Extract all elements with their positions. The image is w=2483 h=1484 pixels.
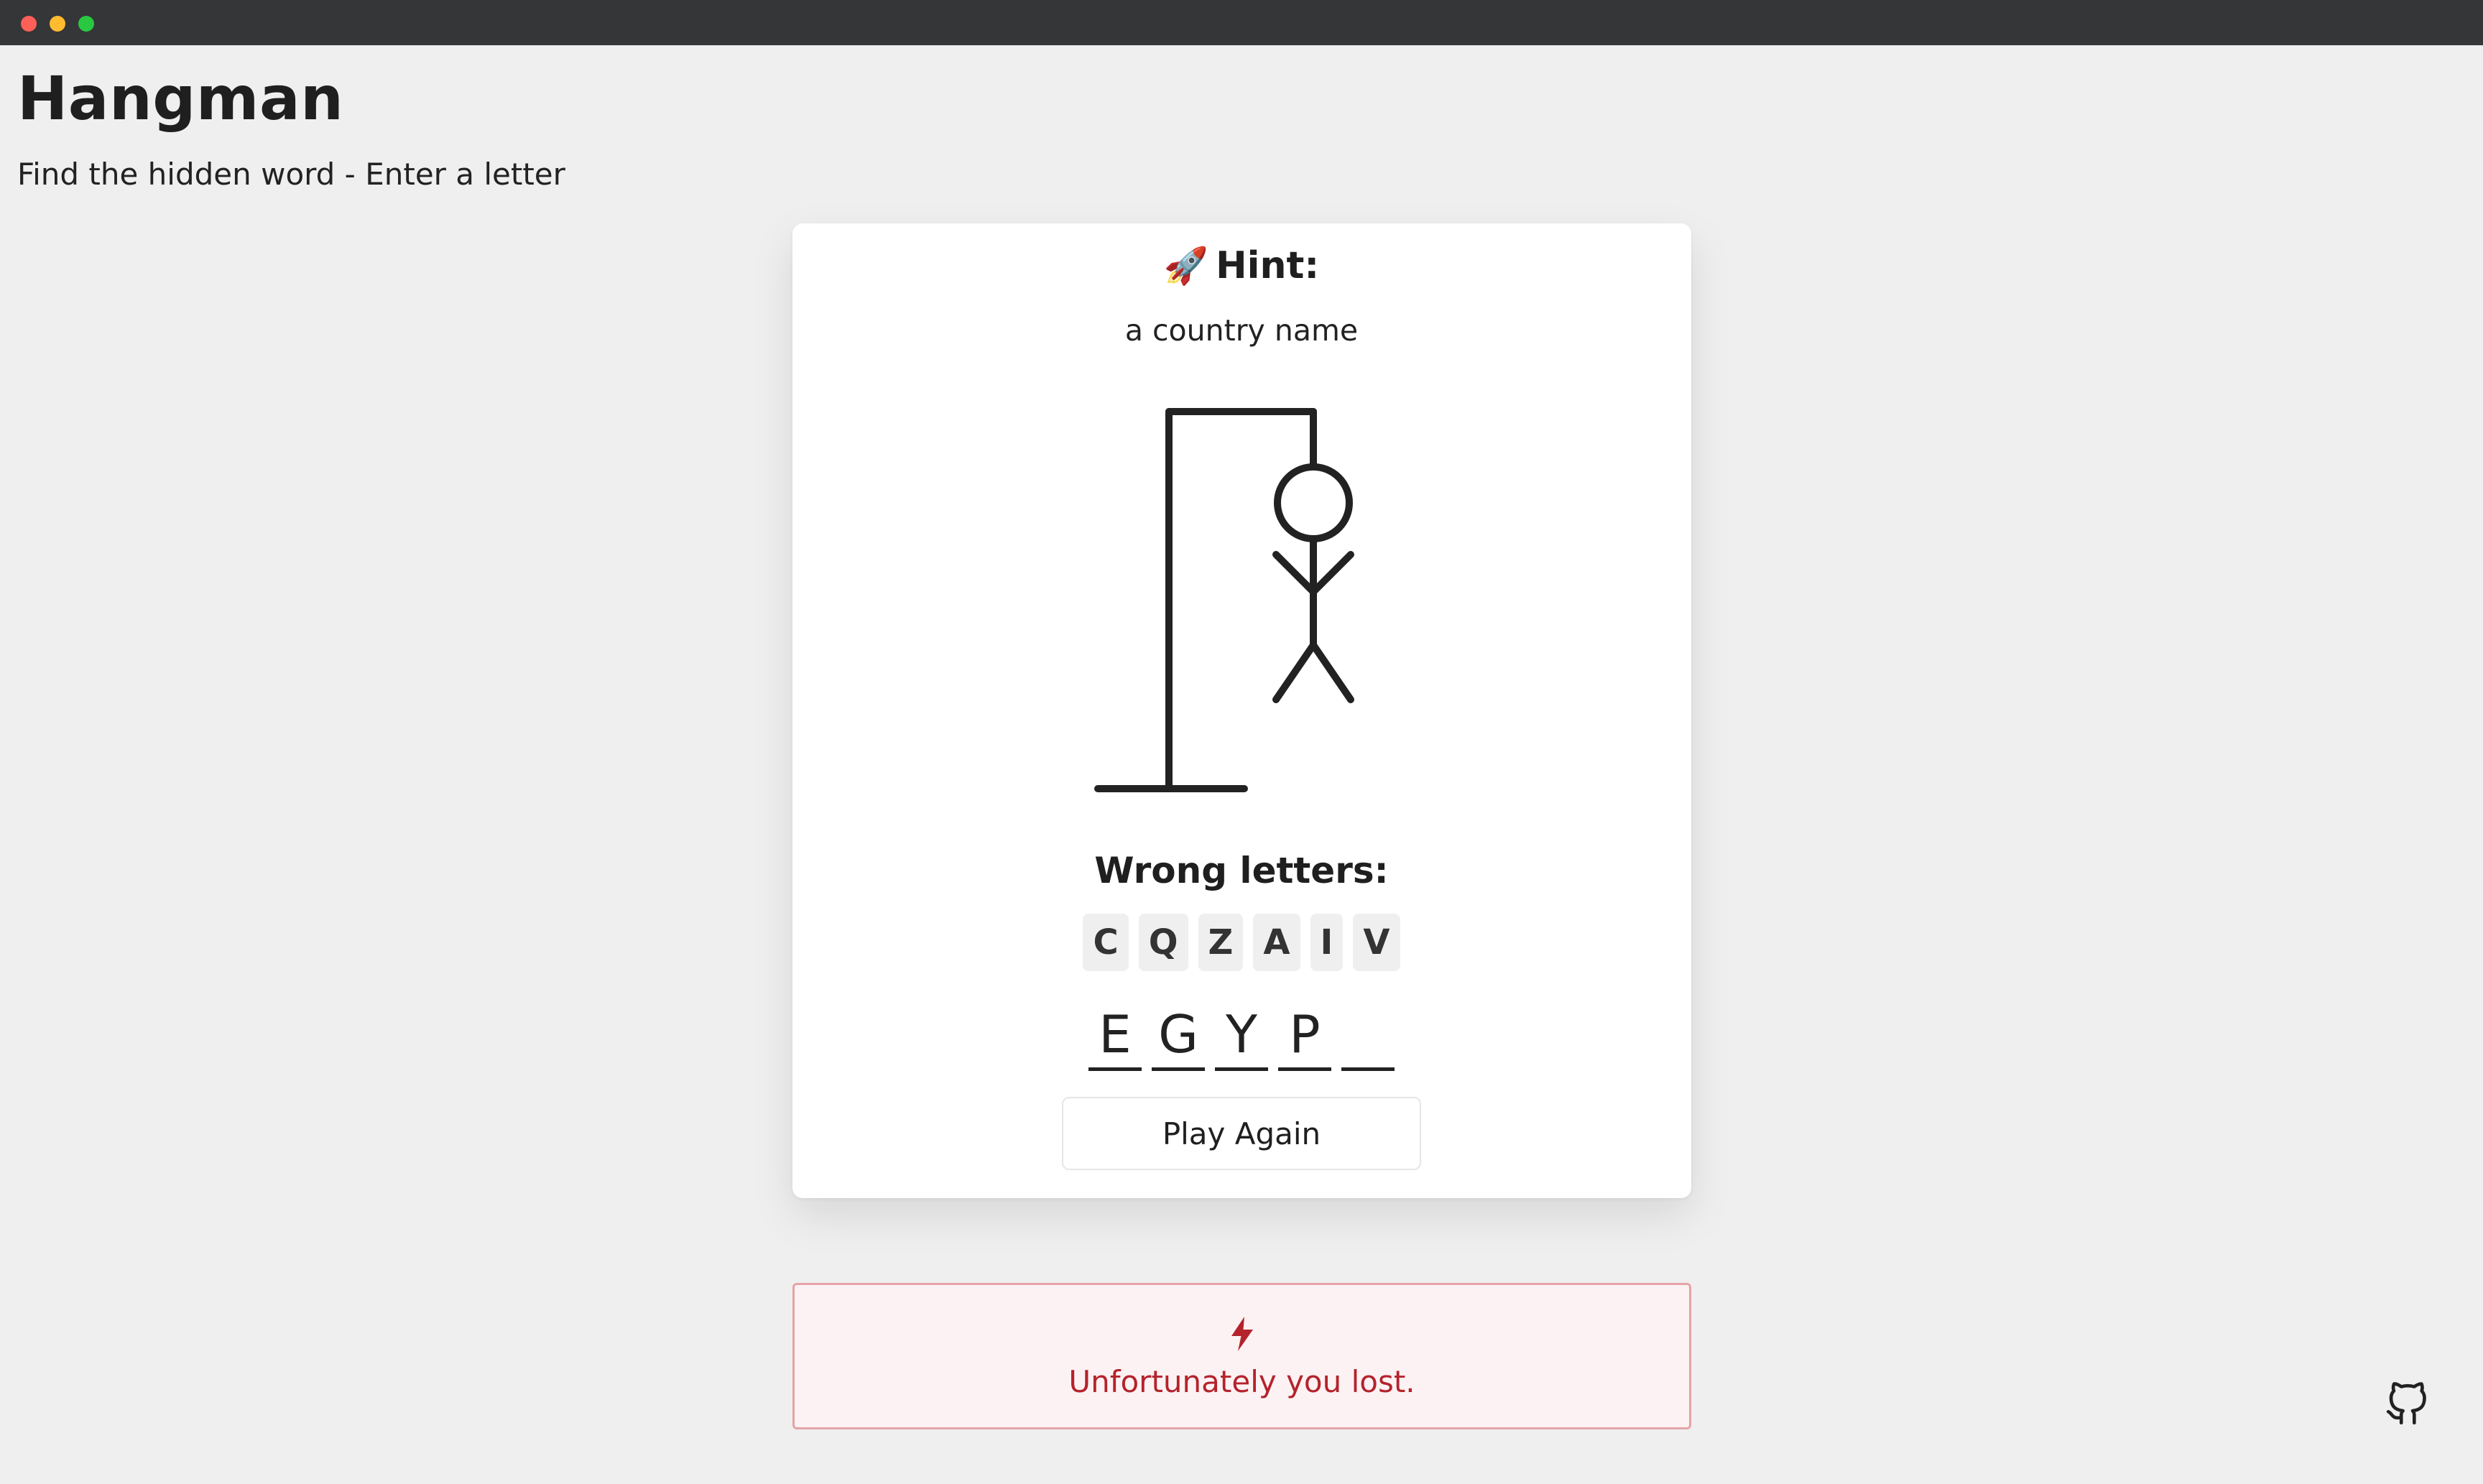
wrong-letters-title: Wrong letters:: [1094, 850, 1389, 891]
figure-right-arm: [1310, 551, 1354, 595]
word-letter-slot: [1341, 995, 1395, 1071]
wrong-letter: Q: [1138, 914, 1188, 971]
hint-heading: 🚀 Hint:: [0, 244, 2483, 287]
figure-head: [1274, 463, 1353, 542]
rocket-icon: 🚀: [1163, 245, 1209, 287]
word-letter-slot: P: [1278, 995, 1331, 1071]
hint-text: a country name: [1124, 313, 1359, 348]
word-letter-slot: E: [1088, 995, 1142, 1071]
lightning-icon: [1231, 1317, 1253, 1351]
word-letter-slot: G: [1152, 995, 1205, 1071]
wrong-letter: I: [1310, 914, 1344, 971]
alert-message: Unfortunately you lost.: [1068, 1364, 1415, 1399]
window-titlebar: [0, 0, 2483, 45]
wrong-letter: Z: [1198, 914, 1244, 971]
wrong-letters-list: C Q Z A I V: [0, 914, 2483, 971]
figure-left-arm: [1272, 551, 1317, 595]
hint-title: Hint:: [1216, 244, 1320, 287]
hangman-drawing: [1094, 408, 1354, 792]
play-again-button[interactable]: Play Again: [1062, 1097, 1421, 1170]
page-title: Hangman: [17, 63, 344, 134]
figure-right-leg: [1310, 641, 1354, 703]
wrong-letter: C: [1083, 914, 1129, 971]
minimize-window-button[interactable]: [50, 16, 65, 32]
page-subtitle: Find the hidden word - Enter a letter: [17, 157, 565, 192]
close-window-button[interactable]: [21, 16, 37, 32]
maximize-window-button[interactable]: [78, 16, 94, 32]
figure-left-leg: [1272, 641, 1317, 703]
lost-alert: Unfortunately you lost.: [792, 1283, 1691, 1429]
github-icon[interactable]: [2385, 1382, 2429, 1427]
wrong-letter: A: [1253, 914, 1300, 971]
word-letter-slot: Y: [1215, 995, 1268, 1071]
hidden-word: E G Y P: [0, 995, 2483, 1071]
wrong-letter: V: [1353, 914, 1400, 971]
